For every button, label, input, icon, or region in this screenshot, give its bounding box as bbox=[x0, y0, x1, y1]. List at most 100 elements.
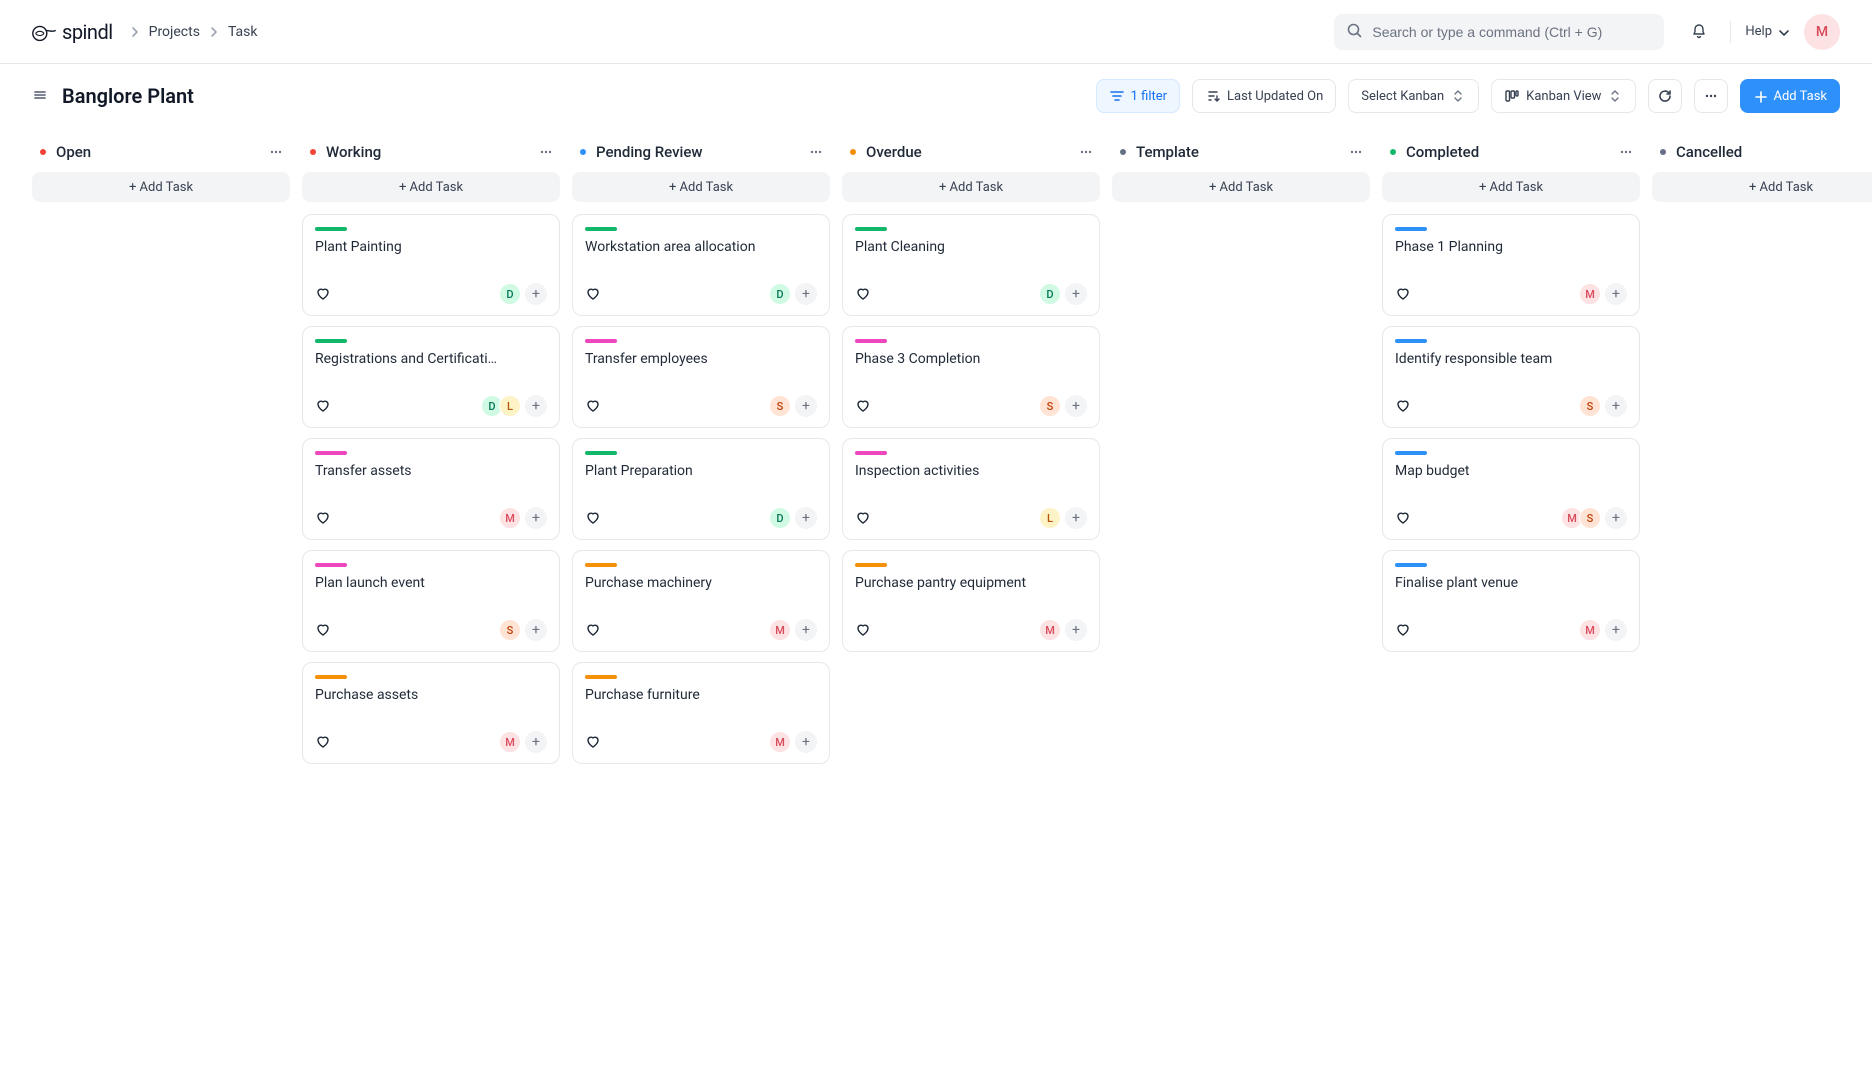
like-button[interactable] bbox=[585, 510, 602, 527]
like-button[interactable] bbox=[315, 734, 332, 751]
like-button[interactable] bbox=[855, 622, 872, 639]
like-button[interactable] bbox=[315, 286, 332, 303]
more-button[interactable] bbox=[1694, 79, 1728, 113]
assignee-avatar[interactable]: D bbox=[1039, 283, 1061, 305]
like-button[interactable] bbox=[1395, 622, 1412, 639]
column-add-task[interactable]: + Add Task bbox=[1382, 172, 1640, 202]
add-assignee-button[interactable]: + bbox=[525, 507, 547, 529]
assignee-avatar[interactable]: S bbox=[1579, 395, 1601, 417]
filter-button[interactable]: 1 filter bbox=[1096, 79, 1180, 113]
task-card[interactable]: Plan launch eventS+ bbox=[302, 550, 560, 652]
column-menu-button[interactable] bbox=[538, 144, 554, 160]
like-button[interactable] bbox=[585, 734, 602, 751]
add-assignee-button[interactable]: + bbox=[1605, 283, 1627, 305]
assignee-avatar[interactable]: L bbox=[1039, 507, 1061, 529]
like-button[interactable] bbox=[855, 398, 872, 415]
sidebar-toggle-icon[interactable] bbox=[32, 87, 50, 105]
assignee-avatar[interactable]: M bbox=[1039, 619, 1061, 641]
assignee-avatar[interactable]: M bbox=[769, 731, 791, 753]
assignee-avatar[interactable]: S bbox=[1039, 395, 1061, 417]
add-assignee-button[interactable]: + bbox=[795, 283, 817, 305]
assignee-avatar[interactable]: D bbox=[769, 507, 791, 529]
add-assignee-button[interactable]: + bbox=[525, 283, 547, 305]
task-card[interactable]: Plant PreparationD+ bbox=[572, 438, 830, 540]
logo[interactable]: spindl bbox=[30, 20, 113, 44]
add-assignee-button[interactable]: + bbox=[1605, 619, 1627, 641]
like-button[interactable] bbox=[585, 622, 602, 639]
add-assignee-button[interactable]: + bbox=[1065, 619, 1087, 641]
add-assignee-button[interactable]: + bbox=[1065, 283, 1087, 305]
task-card[interactable]: Purchase assetsM+ bbox=[302, 662, 560, 764]
column-add-task[interactable]: + Add Task bbox=[842, 172, 1100, 202]
column-add-task[interactable]: + Add Task bbox=[32, 172, 290, 202]
search-input[interactable] bbox=[1372, 24, 1652, 40]
like-button[interactable] bbox=[585, 286, 602, 303]
breadcrumb-task[interactable]: Task bbox=[228, 24, 258, 40]
like-button[interactable] bbox=[855, 286, 872, 303]
assignee-avatar[interactable]: S bbox=[499, 619, 521, 641]
add-assignee-button[interactable]: + bbox=[795, 731, 817, 753]
task-card[interactable]: Purchase pantry equipmentM+ bbox=[842, 550, 1100, 652]
add-assignee-button[interactable]: + bbox=[1065, 507, 1087, 529]
like-button[interactable] bbox=[315, 510, 332, 527]
assignee-avatar[interactable]: D bbox=[769, 283, 791, 305]
like-button[interactable] bbox=[315, 398, 332, 415]
task-card[interactable]: Purchase machineryM+ bbox=[572, 550, 830, 652]
task-card[interactable]: Identify responsible teamS+ bbox=[1382, 326, 1640, 428]
task-card[interactable]: Map budgetMS+ bbox=[1382, 438, 1640, 540]
column-add-task[interactable]: + Add Task bbox=[1652, 172, 1872, 202]
notifications-button[interactable] bbox=[1684, 16, 1716, 48]
add-task-button[interactable]: Add Task bbox=[1740, 79, 1840, 113]
column-menu-button[interactable] bbox=[808, 144, 824, 160]
assignee-avatar[interactable]: M bbox=[1579, 619, 1601, 641]
task-card[interactable]: Purchase furnitureM+ bbox=[572, 662, 830, 764]
task-card[interactable]: Transfer assetsM+ bbox=[302, 438, 560, 540]
assignee-avatar[interactable]: M bbox=[499, 507, 521, 529]
add-assignee-button[interactable]: + bbox=[1605, 395, 1627, 417]
add-assignee-button[interactable]: + bbox=[1065, 395, 1087, 417]
column-add-task[interactable]: + Add Task bbox=[572, 172, 830, 202]
user-avatar[interactable]: M bbox=[1804, 14, 1840, 50]
task-card[interactable]: Transfer employeesS+ bbox=[572, 326, 830, 428]
add-assignee-button[interactable]: + bbox=[525, 731, 547, 753]
add-assignee-button[interactable]: + bbox=[795, 395, 817, 417]
task-card[interactable]: Inspection activitiesL+ bbox=[842, 438, 1100, 540]
column-menu-button[interactable] bbox=[1348, 144, 1364, 160]
like-button[interactable] bbox=[585, 398, 602, 415]
add-assignee-button[interactable]: + bbox=[795, 507, 817, 529]
add-assignee-button[interactable]: + bbox=[1605, 507, 1627, 529]
column-menu-button[interactable] bbox=[1078, 144, 1094, 160]
add-assignee-button[interactable]: + bbox=[795, 619, 817, 641]
column-menu-button[interactable] bbox=[268, 144, 284, 160]
breadcrumb-projects[interactable]: Projects bbox=[149, 24, 200, 40]
like-button[interactable] bbox=[855, 510, 872, 527]
task-card[interactable]: Plant PaintingD+ bbox=[302, 214, 560, 316]
column-menu-button[interactable] bbox=[1618, 144, 1634, 160]
assignee-avatar[interactable]: M bbox=[499, 731, 521, 753]
task-card[interactable]: Finalise plant venueM+ bbox=[1382, 550, 1640, 652]
assignee-avatar[interactable]: D bbox=[499, 283, 521, 305]
grouping-select[interactable]: Select Kanban bbox=[1348, 79, 1479, 113]
add-assignee-button[interactable]: + bbox=[525, 395, 547, 417]
assignee-avatar[interactable]: M bbox=[1579, 283, 1601, 305]
task-card[interactable]: Phase 3 CompletionS+ bbox=[842, 326, 1100, 428]
task-card[interactable]: Workstation area allocationD+ bbox=[572, 214, 830, 316]
like-button[interactable] bbox=[1395, 510, 1412, 527]
sort-button[interactable]: Last Updated On bbox=[1192, 79, 1336, 113]
assignee-avatar[interactable]: S bbox=[1579, 507, 1601, 529]
task-card[interactable]: Registrations and Certificati…DL+ bbox=[302, 326, 560, 428]
assignee-avatar[interactable]: L bbox=[499, 395, 521, 417]
task-card[interactable]: Phase 1 PlanningM+ bbox=[1382, 214, 1640, 316]
like-button[interactable] bbox=[315, 622, 332, 639]
add-assignee-button[interactable]: + bbox=[525, 619, 547, 641]
like-button[interactable] bbox=[1395, 398, 1412, 415]
view-select[interactable]: Kanban View bbox=[1491, 79, 1636, 113]
like-button[interactable] bbox=[1395, 286, 1412, 303]
assignee-avatar[interactable]: M bbox=[769, 619, 791, 641]
column-add-task[interactable]: + Add Task bbox=[302, 172, 560, 202]
assignee-avatar[interactable]: S bbox=[769, 395, 791, 417]
help-menu[interactable]: Help bbox=[1745, 24, 1790, 39]
task-card[interactable]: Plant CleaningD+ bbox=[842, 214, 1100, 316]
search-box[interactable] bbox=[1334, 14, 1664, 50]
column-add-task[interactable]: + Add Task bbox=[1112, 172, 1370, 202]
